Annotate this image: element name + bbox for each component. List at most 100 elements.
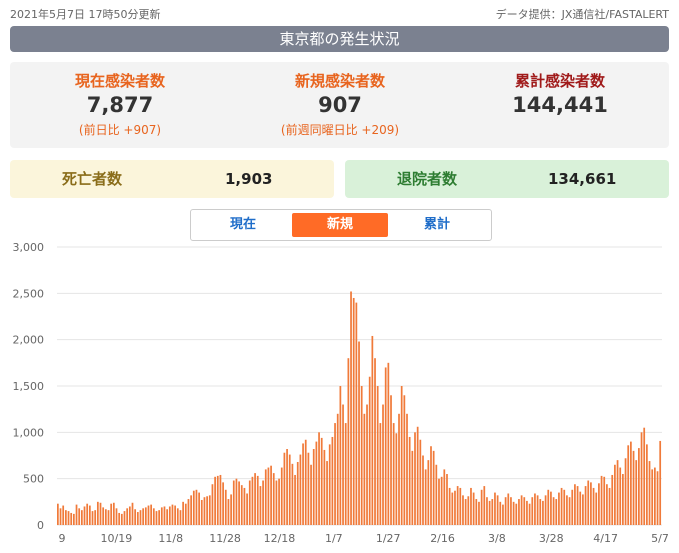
bar <box>214 476 216 525</box>
bar <box>190 495 192 525</box>
x-tick-label: 1/7 <box>325 532 343 545</box>
bar <box>483 486 486 525</box>
bar <box>192 490 195 525</box>
bar <box>544 495 547 525</box>
bar <box>582 494 584 525</box>
new-cases-stat: 新規感染者数 907 (前週同曜日比 +209) <box>230 70 450 138</box>
bar <box>363 413 366 525</box>
header-meta: 2021年5月7日 17時50分更新 データ提供：JX通信社/FASTALERT <box>10 6 669 22</box>
chart-mode-tabs: 現在 新規 累計 <box>190 209 492 241</box>
bar <box>638 448 640 525</box>
bar <box>222 482 224 525</box>
bar <box>448 487 451 525</box>
bar <box>62 505 65 525</box>
bar <box>96 501 99 525</box>
x-tick-label: 11/8 <box>158 532 183 545</box>
bar <box>227 499 230 525</box>
bar <box>454 490 456 525</box>
bar <box>579 491 582 525</box>
bar <box>200 499 203 525</box>
x-tick-label: 4/17 <box>593 532 618 545</box>
tab-new[interactable]: 新規 <box>292 213 388 237</box>
bar <box>574 484 576 525</box>
current-cases-label: 現在感染者数 <box>74 72 165 90</box>
bar <box>510 497 512 525</box>
tab-current[interactable]: 現在 <box>195 213 291 237</box>
bar <box>211 484 214 525</box>
bar <box>603 476 606 525</box>
y-tick-label: 3,000 <box>13 241 45 254</box>
bar <box>334 423 336 525</box>
bar <box>283 452 286 525</box>
bar <box>456 486 459 525</box>
x-tick-label: 12/18 <box>264 532 296 545</box>
bar <box>259 486 262 525</box>
discharged-value: 134,661 <box>548 170 617 188</box>
tab-cumulative[interactable]: 累計 <box>389 213 485 237</box>
bar <box>552 497 555 525</box>
bar <box>312 449 315 525</box>
bar <box>331 436 334 525</box>
bar <box>315 441 318 525</box>
bar <box>78 508 81 525</box>
bar <box>80 510 83 525</box>
bar <box>304 439 307 525</box>
bar <box>174 505 176 525</box>
new-cases-change: (前週同曜日比 +209) <box>280 123 400 137</box>
bar <box>515 503 518 525</box>
bar <box>598 483 600 525</box>
bar <box>526 500 528 525</box>
bar <box>440 476 443 525</box>
bar <box>83 506 86 525</box>
bar <box>262 480 264 525</box>
bar <box>152 508 155 525</box>
bar <box>635 460 638 525</box>
bar <box>424 469 427 525</box>
bar <box>243 487 246 525</box>
bar <box>379 423 382 525</box>
bar <box>278 478 280 525</box>
bar <box>350 291 352 525</box>
bar <box>475 499 478 525</box>
current-cases-change: (前日比 +907) <box>78 123 162 137</box>
current-cases-value: 7,877 <box>86 93 154 117</box>
bar <box>302 443 304 525</box>
x-tick-label: 2/16 <box>430 532 455 545</box>
bar <box>291 463 294 525</box>
bar <box>344 423 347 525</box>
bar <box>264 469 267 525</box>
bar <box>251 476 254 525</box>
bar <box>518 499 520 525</box>
bar <box>406 413 408 525</box>
bar <box>155 511 158 525</box>
bar <box>563 489 566 525</box>
bar <box>91 511 94 525</box>
bar <box>294 474 296 525</box>
bar <box>219 474 222 525</box>
bar <box>606 484 608 525</box>
bar <box>576 486 579 525</box>
bar <box>358 341 360 525</box>
bar <box>643 427 646 525</box>
bar <box>203 497 206 525</box>
bar <box>352 297 355 525</box>
y-tick-label: 0 <box>37 519 44 532</box>
bar <box>102 507 105 525</box>
bar <box>411 450 414 525</box>
bar <box>248 480 251 525</box>
bar <box>640 432 643 525</box>
bar <box>568 497 571 525</box>
bar <box>611 474 614 525</box>
bar <box>107 510 110 525</box>
update-timestamp: 2021年5月7日 17時50分更新 <box>10 8 161 21</box>
bar <box>494 492 496 525</box>
bar <box>512 501 515 525</box>
bar <box>443 469 446 525</box>
bar <box>99 502 102 525</box>
bar <box>216 475 219 525</box>
bar <box>376 386 379 525</box>
bar <box>446 474 448 525</box>
new-cases-chart: 0 500 1,000 1,500 2,000 2,500 3,000 9 10/19 11/8 1… <box>0 238 679 549</box>
y-tick-label: 1,000 <box>13 426 45 439</box>
bar <box>272 473 275 525</box>
